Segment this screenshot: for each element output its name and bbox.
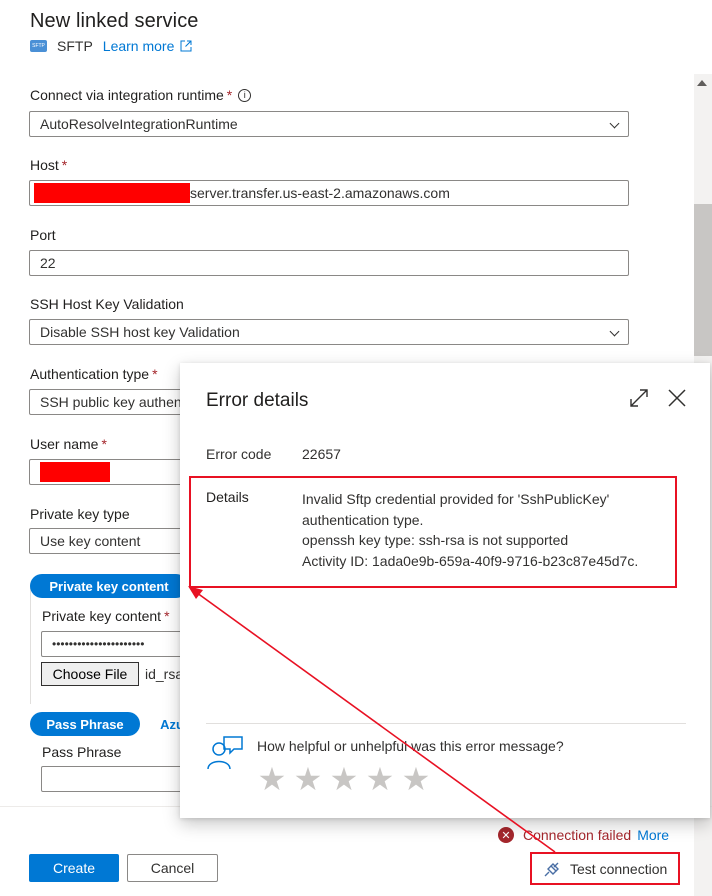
- details-text: Invalid Sftp credential provided for 'Ss…: [302, 491, 639, 569]
- port-input[interactable]: 22: [29, 250, 629, 276]
- error-details-dialog: Error details Error code 22657 Details I…: [180, 363, 710, 818]
- private-key-type-label: Private key type: [30, 506, 130, 522]
- error-code-value: 22657: [302, 446, 341, 462]
- info-icon[interactable]: i: [238, 89, 252, 102]
- user-name-label: User name *: [30, 436, 107, 452]
- create-button[interactable]: Create: [29, 854, 119, 882]
- tab-pass-phrase[interactable]: Pass Phrase: [30, 712, 140, 736]
- error-icon: ✕: [498, 827, 514, 843]
- redaction-bar: [34, 183, 190, 203]
- scrollbar-thumb[interactable]: [694, 204, 712, 356]
- details-label: Details: [206, 489, 249, 505]
- pass-phrase-input[interactable]: [41, 766, 201, 792]
- test-connection-button[interactable]: Test connection: [530, 852, 680, 885]
- private-key-content-input[interactable]: ••••••••••••••••••••••: [41, 631, 201, 657]
- new-linked-service-panel: New linked service SFTP SFTP Learn more …: [0, 0, 712, 896]
- pass-phrase-label: Pass Phrase: [42, 744, 122, 760]
- star-icon[interactable]: ★: [292, 762, 324, 796]
- file-name: id_rsa: [145, 666, 184, 682]
- host-input[interactable]: server.transfer.us-east-2.amazonaws.com: [29, 180, 629, 206]
- tab-private-key-content[interactable]: Private key content: [30, 574, 188, 598]
- star-icon[interactable]: ★: [364, 762, 396, 796]
- learn-more-link[interactable]: Learn more: [103, 38, 175, 54]
- plug-icon: [544, 862, 559, 876]
- port-label: Port: [30, 227, 56, 243]
- close-icon[interactable]: [666, 387, 688, 409]
- ssh-label: SSH Host Key Validation: [30, 296, 184, 312]
- redaction-bar: [40, 462, 110, 482]
- rating-stars[interactable]: ★ ★ ★ ★ ★: [256, 762, 432, 796]
- dialog-title: Error details: [206, 390, 309, 411]
- feedback-person-icon: [207, 736, 243, 770]
- more-link[interactable]: More: [637, 827, 669, 843]
- star-icon[interactable]: ★: [328, 762, 360, 796]
- host-label: Host *: [30, 157, 68, 173]
- error-code-label: Error code: [206, 446, 272, 462]
- star-icon[interactable]: ★: [400, 762, 432, 796]
- scroll-up-icon[interactable]: [697, 80, 707, 86]
- connection-status: ✕ Connection failed More: [498, 827, 669, 843]
- expand-icon[interactable]: [628, 387, 650, 409]
- feedback-question: How helpful or unhelpful was this error …: [257, 738, 564, 754]
- choose-file-button[interactable]: Choose File: [41, 662, 139, 686]
- runtime-select[interactable]: AutoResolveIntegrationRuntime: [29, 111, 629, 137]
- private-key-content-label: Private key content *: [42, 608, 170, 624]
- sftp-icon: SFTP: [30, 40, 47, 52]
- feedback-divider: [206, 723, 686, 724]
- connection-failed-text: Connection failed: [523, 827, 632, 843]
- auth-type-label: Authentication type *: [30, 366, 158, 382]
- external-link-icon[interactable]: [180, 40, 192, 52]
- chevron-down-icon: [609, 326, 620, 337]
- connector-row: SFTP SFTP Learn more: [30, 37, 192, 55]
- cancel-button[interactable]: Cancel: [127, 854, 218, 882]
- chevron-down-icon: [609, 118, 620, 129]
- connector-name: SFTP: [57, 38, 93, 54]
- ssh-select[interactable]: Disable SSH host key Validation: [29, 319, 629, 345]
- star-icon[interactable]: ★: [256, 762, 288, 796]
- runtime-label: Connect via integration runtime * i: [30, 87, 252, 103]
- panel-title: New linked service: [30, 10, 199, 32]
